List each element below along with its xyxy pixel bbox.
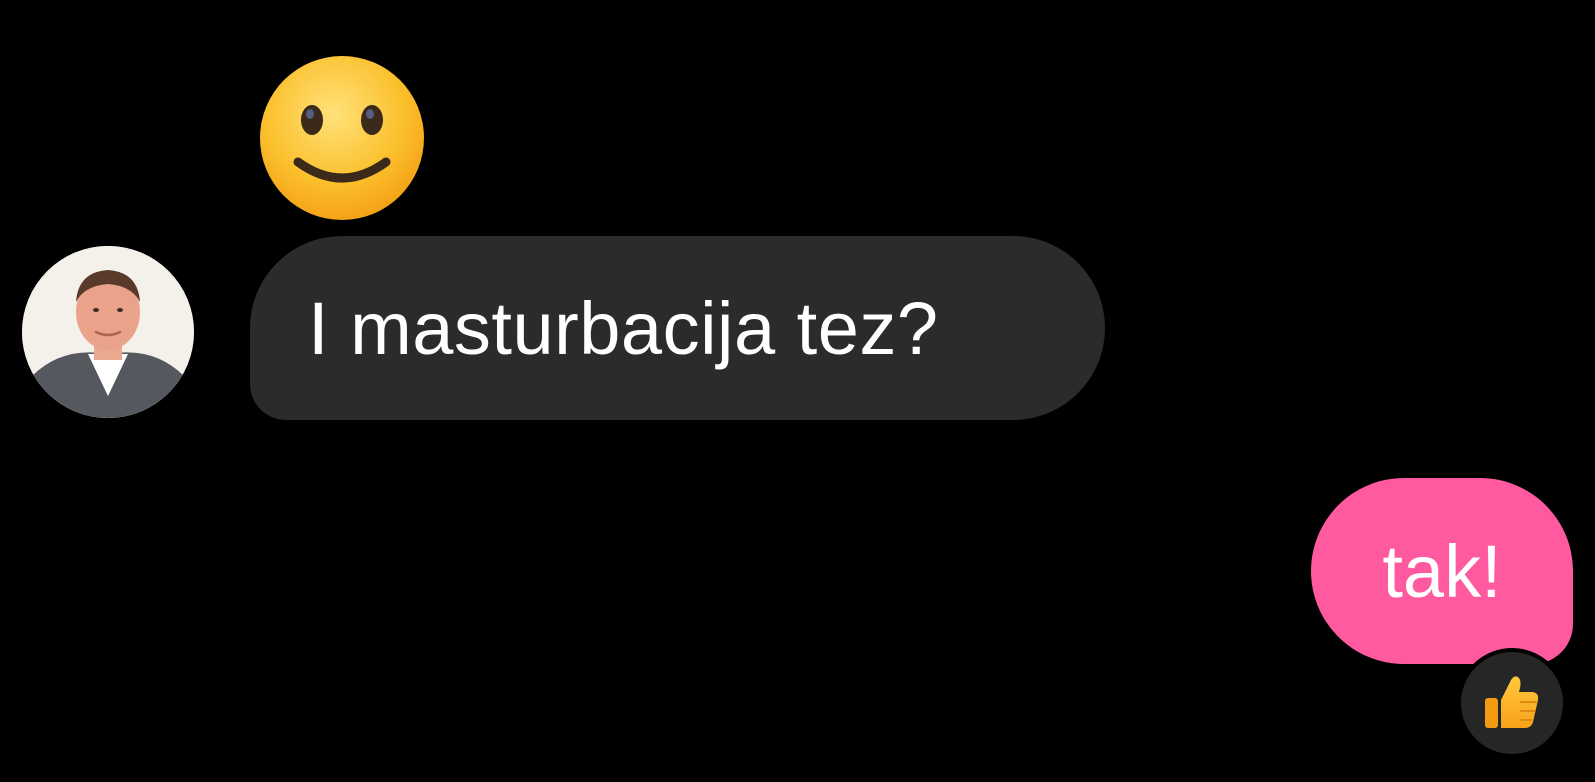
thumbs-up-icon: [1485, 676, 1539, 728]
thumbs-up-reaction[interactable]: [1457, 648, 1567, 758]
outgoing-message-text: tak!: [1382, 529, 1502, 613]
chat-thread: I masturbacija tez? tak!: [0, 0, 1595, 782]
avatar[interactable]: [22, 246, 194, 418]
incoming-message-text: I masturbacija tez?: [308, 286, 939, 370]
slightly-smiling-face-icon[interactable]: [258, 54, 426, 222]
outgoing-message-bubble[interactable]: tak!: [1311, 478, 1573, 664]
incoming-message-bubble[interactable]: I masturbacija tez?: [250, 236, 1105, 420]
